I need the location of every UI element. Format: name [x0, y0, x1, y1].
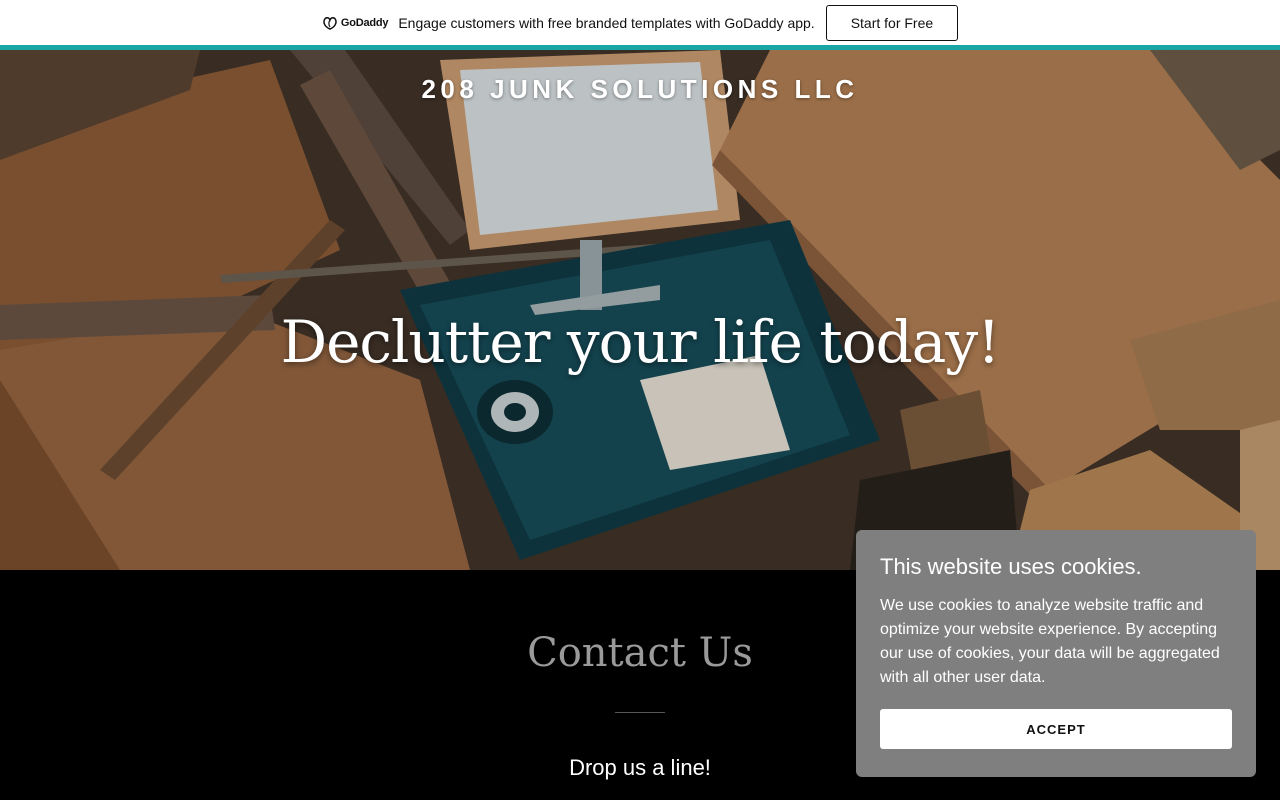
cookie-banner-title: This website uses cookies.: [880, 554, 1142, 579]
hero-section: 208 JUNK SOLUTIONS LLC Declutter your li…: [0, 50, 1280, 570]
promo-message: Engage customers with free branded templ…: [398, 14, 815, 31]
godaddy-logo[interactable]: GoDaddy: [322, 16, 389, 30]
start-for-free-button[interactable]: Start for Free: [825, 4, 959, 41]
accept-cookies-button[interactable]: ACCEPT: [880, 709, 1232, 749]
section-divider: [615, 712, 665, 713]
godaddy-logo-icon: [323, 16, 337, 30]
hero-headline: Declutter your life today!: [280, 308, 1001, 376]
godaddy-logo-text: GoDaddy: [340, 16, 389, 29]
cookie-banner: This website uses cookies. We use cookie…: [856, 530, 1256, 777]
promo-bar: GoDaddy Engage customers with free brand…: [0, 0, 1280, 50]
site-title[interactable]: 208 JUNK SOLUTIONS LLC: [0, 74, 1280, 105]
cookie-banner-body: We use cookies to analyze website traffi…: [880, 597, 1220, 686]
